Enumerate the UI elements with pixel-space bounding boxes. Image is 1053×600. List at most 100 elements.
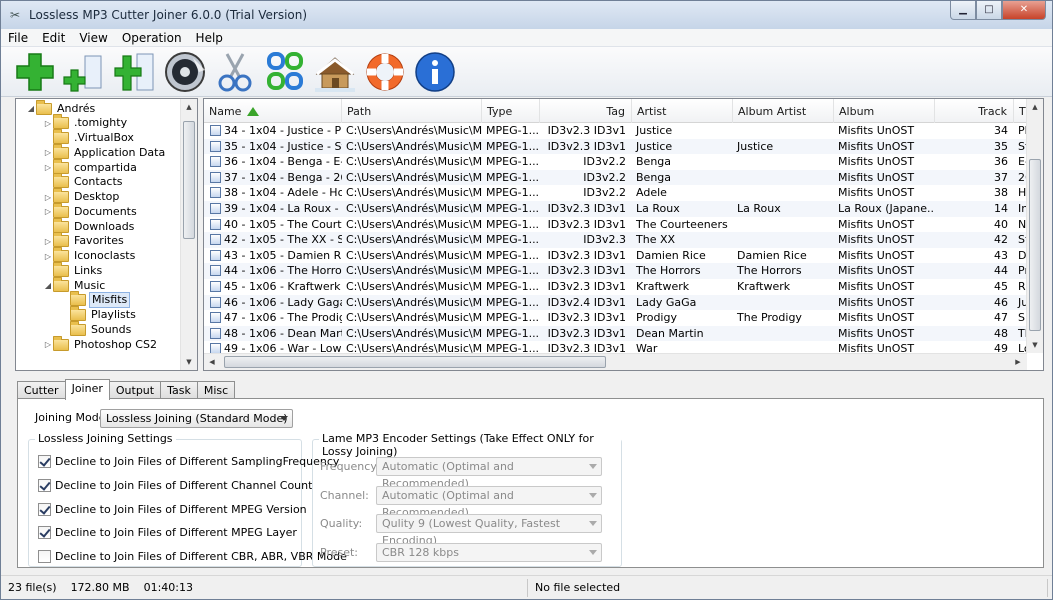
cut-button[interactable] bbox=[211, 49, 259, 95]
folder-tree[interactable]: ◢ Andrés ▷ .tomighty .VirtualBox ▷ Application… bbox=[15, 98, 198, 371]
home-button[interactable] bbox=[311, 49, 359, 95]
join-option-checkbox[interactable]: Decline to Join Files of Different MPEG … bbox=[38, 526, 297, 540]
collapsed-arrow-icon[interactable]: ▷ bbox=[43, 340, 53, 349]
table-cell: La Roux bbox=[733, 201, 834, 217]
file-list[interactable]: Name Path Type Tag Artist Album Artist A… bbox=[203, 98, 1044, 371]
lame-setting-select[interactable]: Automatic (Optimal and Recommended) bbox=[376, 457, 602, 490]
cell-text: ID3v2.3 ID3v1 bbox=[547, 139, 626, 153]
menu-view[interactable]: View bbox=[72, 29, 114, 47]
column-type[interactable]: Type bbox=[482, 99, 540, 123]
title-bar[interactable]: ✂ Lossless MP3 Cutter Joiner 6.0.0 (Tria… bbox=[1, 1, 1052, 29]
column-album-artist[interactable]: Album Artist bbox=[733, 99, 834, 123]
collapsed-arrow-icon[interactable]: ▷ bbox=[43, 207, 53, 216]
tree-item[interactable]: ▷ Application Data bbox=[43, 143, 167, 160]
checkbox-checked[interactable] bbox=[38, 455, 51, 468]
column-tag[interactable]: Tag bbox=[540, 99, 632, 123]
add-folder-button[interactable] bbox=[61, 49, 109, 95]
checkbox-unchecked[interactable] bbox=[38, 550, 51, 564]
expanded-arrow-icon[interactable]: ◢ bbox=[43, 281, 53, 290]
cell-text: C:\Users\Andrés\Music\Mi... bbox=[346, 233, 482, 247]
cell-text: ID3v2.2 bbox=[583, 155, 626, 169]
join-option-checkbox[interactable]: Decline to Join Files of Different CBR, … bbox=[38, 550, 347, 564]
support-button[interactable] bbox=[361, 49, 409, 95]
table-row[interactable]: 40 - 1x05 - The Courte... C:\Users\Andrés… bbox=[204, 217, 1043, 233]
join-option-checkbox[interactable]: Decline to Join Files of Different MPEG … bbox=[38, 502, 307, 516]
lame-setting-select[interactable]: CBR 128 kbps bbox=[376, 542, 602, 562]
table-row[interactable]: 45 - 1x06 - Kraftwerk -... C:\Users\André… bbox=[204, 279, 1043, 295]
table-row[interactable]: 39 - 1x04 - La Roux - I... C:\Users\André… bbox=[204, 201, 1043, 217]
table-cell: MPEG-1... bbox=[482, 201, 540, 217]
tree-item-label: .VirtualBox bbox=[74, 131, 134, 144]
table-row[interactable]: 47 - 1x06 - The Prodig... C:\Users\Andrés… bbox=[204, 310, 1043, 326]
scroll-thumb[interactable] bbox=[1029, 159, 1041, 331]
table-row[interactable]: 34 - 1x04 - Justice - Ph... C:\Users\Andr… bbox=[204, 123, 1043, 139]
menu-edit[interactable]: Edit bbox=[35, 29, 72, 47]
scroll-right-arrow-icon[interactable]: ▶ bbox=[1010, 354, 1026, 370]
scroll-up-arrow-icon[interactable]: ▲ bbox=[1027, 99, 1043, 115]
cd-button[interactable] bbox=[161, 49, 209, 95]
column-artist[interactable]: Artist bbox=[632, 99, 733, 123]
lame-setting-select[interactable]: Automatic (Optimal and Recommended) bbox=[376, 485, 602, 519]
cell-text: Misfits UnOST bbox=[838, 170, 915, 184]
collapsed-arrow-icon[interactable]: ▷ bbox=[43, 193, 53, 202]
cell-text: The XX bbox=[636, 233, 676, 247]
scroll-left-arrow-icon[interactable]: ◀ bbox=[204, 354, 220, 370]
table-row[interactable]: 35 - 1x04 - Justice - St... C:\Users\Andr… bbox=[204, 138, 1043, 155]
table-row[interactable]: 46 - 1x06 - Lady Gaga ... C:\Users\Andrés… bbox=[204, 294, 1043, 311]
collapsed-arrow-icon[interactable]: ▷ bbox=[43, 252, 53, 261]
minimize-button[interactable]: ▁ bbox=[950, 1, 976, 20]
table-row[interactable]: 43 - 1x05 - Damien Ric... C:\Users\Andrés… bbox=[204, 248, 1043, 264]
list-horizontal-scrollbar[interactable]: ◀ ▶ bbox=[204, 353, 1027, 370]
checkbox-checked[interactable] bbox=[38, 526, 51, 540]
cell-text: MPEG-1... bbox=[486, 202, 540, 215]
table-row[interactable]: 36 - 1x04 - Benga - E-T... C:\Users\André… bbox=[204, 154, 1043, 170]
scroll-down-arrow-icon[interactable]: ▼ bbox=[181, 354, 197, 370]
table-cell: 39 - 1x04 - La Roux - I... bbox=[204, 201, 342, 217]
collapsed-arrow-icon[interactable]: ▷ bbox=[43, 148, 53, 157]
tree-item[interactable]: ▷ Photoshop CS2 bbox=[43, 335, 159, 352]
tree-item-label: Iconoclasts bbox=[74, 249, 136, 262]
join-button[interactable] bbox=[261, 49, 309, 95]
about-button[interactable] bbox=[411, 49, 459, 95]
checkbox-checked[interactable] bbox=[38, 478, 51, 492]
expanded-arrow-icon[interactable]: ◢ bbox=[26, 104, 36, 113]
folder-icon bbox=[70, 306, 86, 321]
column-album[interactable]: Album bbox=[834, 99, 935, 123]
cell-text: MPEG-1... bbox=[486, 124, 540, 137]
tab-joiner[interactable]: Joiner bbox=[64, 379, 110, 400]
scroll-up-arrow-icon[interactable]: ▲ bbox=[181, 99, 197, 115]
collapsed-arrow-icon[interactable]: ▷ bbox=[43, 237, 53, 246]
table-cell: Justice bbox=[632, 139, 733, 155]
collapsed-arrow-icon[interactable]: ▷ bbox=[43, 163, 53, 172]
lame-setting-select[interactable]: Qulity 9 (Lowest Quality, Fastest Encodi… bbox=[376, 514, 602, 547]
tree-item[interactable]: Links bbox=[43, 261, 104, 278]
maximize-button[interactable]: □ bbox=[976, 1, 1002, 20]
table-row[interactable]: 48 - 1x06 - Dean Marti... C:\Users\Andrés… bbox=[204, 325, 1043, 342]
scroll-down-arrow-icon[interactable]: ▼ bbox=[1027, 337, 1043, 353]
scroll-thumb[interactable] bbox=[224, 356, 606, 368]
join-option-checkbox[interactable]: Decline to Join Files of Different Sampl… bbox=[38, 455, 339, 468]
close-button[interactable]: ✕ bbox=[1002, 1, 1046, 20]
add-files-button[interactable] bbox=[11, 49, 59, 95]
table-row[interactable]: 38 - 1x04 - Adele - Ho... C:\Users\Andrés… bbox=[204, 185, 1043, 201]
joining-mode-select[interactable]: Lossless Joining (Standard Mode) bbox=[100, 409, 293, 428]
tree-item[interactable]: Sounds bbox=[60, 320, 133, 337]
table-row[interactable]: 42 - 1x05 - The XX - St... C:\Users\André… bbox=[204, 232, 1043, 248]
table-row[interactable]: 44 - 1x06 - The Horror... C:\Users\Andrés… bbox=[204, 263, 1043, 279]
checkbox-checked[interactable] bbox=[38, 502, 51, 516]
column-name[interactable]: Name bbox=[204, 99, 342, 123]
column-track[interactable]: Track bbox=[935, 99, 1014, 123]
tree-vertical-scrollbar[interactable]: ▲ ▼ bbox=[180, 99, 197, 370]
menu-help[interactable]: Help bbox=[189, 29, 230, 47]
insert-files-button[interactable] bbox=[111, 49, 159, 95]
list-vertical-scrollbar[interactable]: ▲ ▼ bbox=[1026, 99, 1043, 353]
menu-operation[interactable]: Operation bbox=[115, 29, 189, 47]
cell-text: MPEG-1... bbox=[486, 233, 540, 247]
collapsed-arrow-icon[interactable]: ▷ bbox=[43, 119, 53, 128]
menu-file[interactable]: File bbox=[1, 29, 35, 47]
scroll-thumb[interactable] bbox=[183, 121, 195, 239]
table-row[interactable]: 37 - 1x04 - Benga - 26 ... C:\Users\André… bbox=[204, 169, 1043, 186]
cell-text: ID3v2.3 ID3v1 bbox=[547, 326, 626, 340]
join-option-checkbox[interactable]: Decline to Join Files of Different Chann… bbox=[38, 478, 312, 492]
column-path[interactable]: Path bbox=[342, 99, 482, 123]
